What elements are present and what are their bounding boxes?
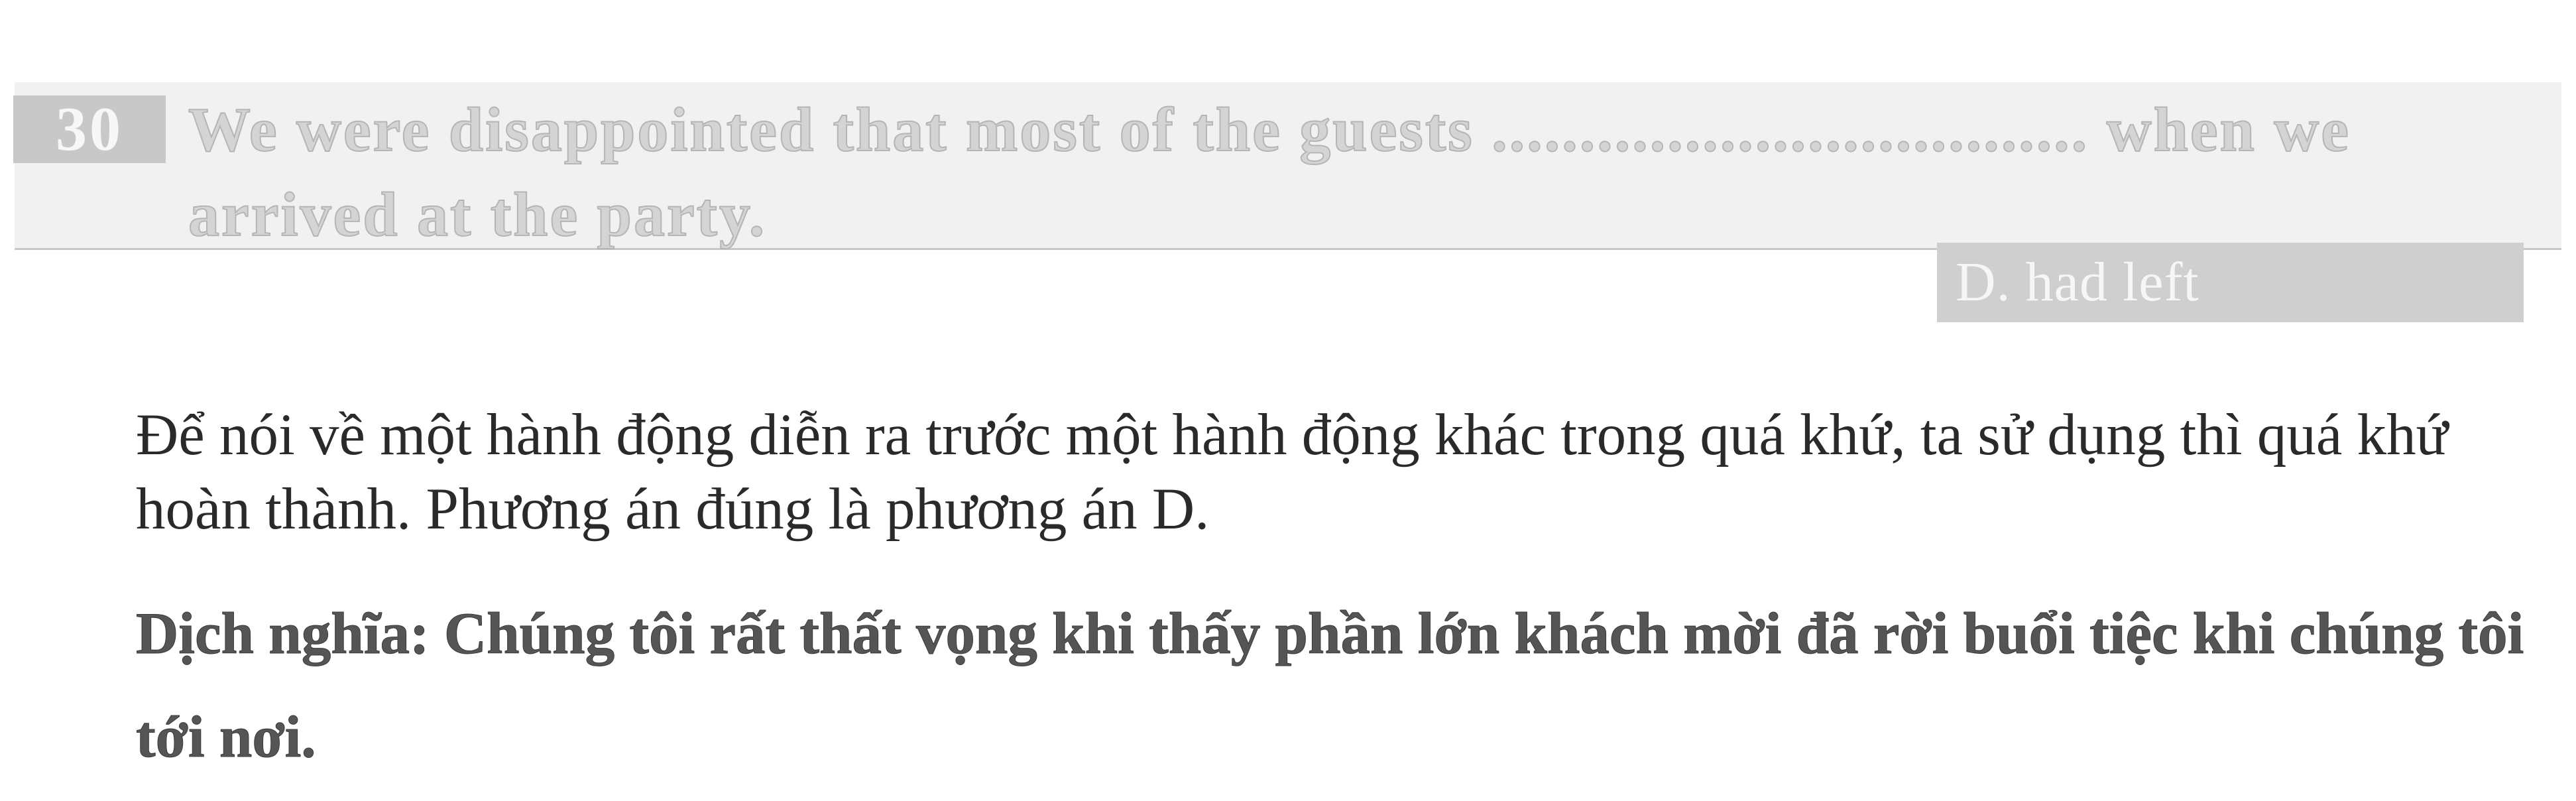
question-text: We were disappointed that most of the gu… xyxy=(188,95,2351,250)
answer-label: D. had left xyxy=(1956,251,2199,313)
question-number: 30 xyxy=(13,95,166,163)
translation-paragraph: Dịch nghĩa: Chúng tôi rất thất vọng khi … xyxy=(136,601,2524,770)
explanation-paragraph: Để nói về một hành động diễn ra trước mộ… xyxy=(136,402,2448,542)
